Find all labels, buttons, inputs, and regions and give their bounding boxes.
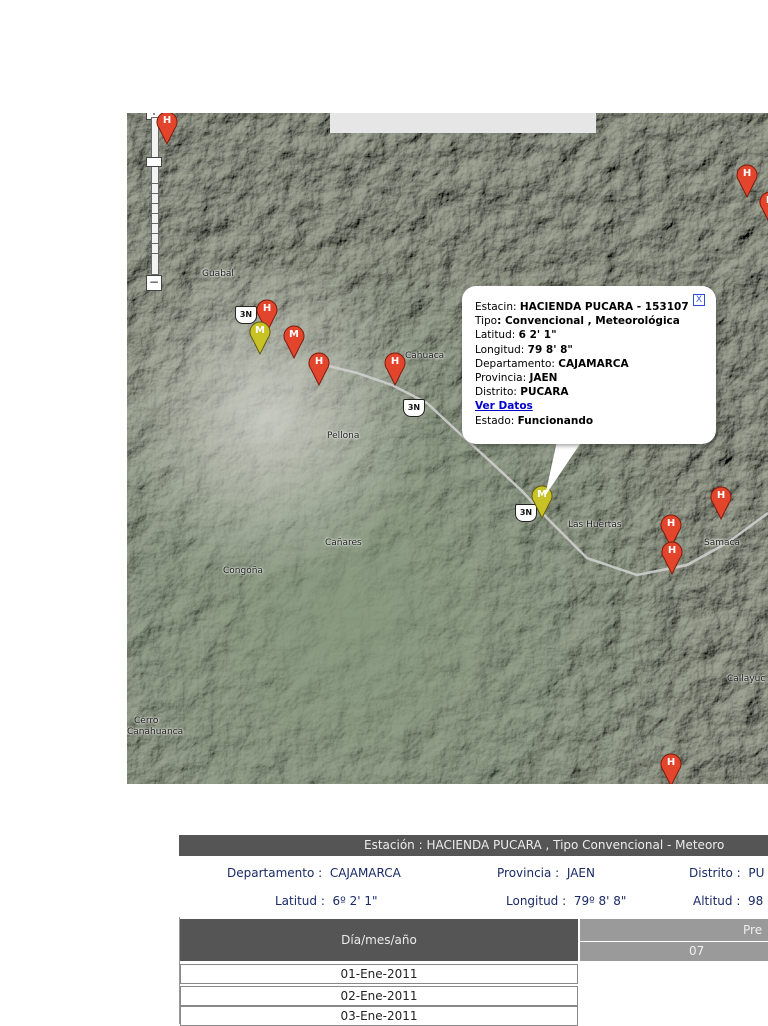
popup-departamento-row: Departamento: CAJAMARCA: [475, 357, 629, 370]
zoom-tick: [149, 183, 159, 184]
station-marker-m[interactable]: M: [249, 321, 271, 355]
station-marker-h[interactable]: H: [660, 753, 682, 784]
zoom-tick: [149, 233, 159, 234]
zoom-tick: [149, 213, 159, 214]
provincia-info: Provincia : JAEN: [497, 866, 595, 880]
station-header-bar: Estación : HACIENDA PUCARA , Tipo Conven…: [179, 835, 768, 856]
zoom-tick: [149, 253, 159, 254]
ver-datos-link[interactable]: Ver Datos: [475, 400, 533, 412]
distrito-info: Distrito : PU: [689, 866, 765, 880]
popup-estado-row: Estado: Funcionando: [475, 414, 594, 427]
station-marker-h[interactable]: H: [736, 164, 758, 198]
popup-tipo-row: Tipo: Convencional , Meteorológica: [475, 315, 680, 328]
latitud-info: Latitud : 6º 2' 1": [275, 894, 378, 908]
place-label: Guabal: [202, 269, 234, 279]
map-view[interactable]: + − Guabal Pellona Cañares Congoña Cerro…: [127, 113, 768, 784]
popup-station-row: Estacin: HACIENDA PUCARA - 153107: [475, 301, 689, 313]
terrain-map: [127, 113, 768, 784]
place-label: Canahuanca: [127, 727, 184, 737]
place-label: Cahuaca: [405, 351, 445, 361]
popup-provincia-row: Provincia: JAEN: [475, 372, 558, 385]
popup-latitud-row: Latitud: 6 2' 1": [475, 329, 557, 342]
place-label: Congoña: [223, 566, 263, 576]
zoom-slider-handle[interactable]: [146, 157, 162, 167]
station-marker-h[interactable]: H: [710, 486, 732, 520]
zoom-tick: [149, 203, 159, 204]
popup-longitud-row: Longitud: 79 8' 8": [475, 343, 573, 356]
zoom-tick: [149, 243, 159, 244]
departamento-info: Departamento : CAJAMARCA: [227, 866, 401, 880]
place-label: Cerro: [134, 716, 159, 726]
table-row: 01-Ene-2011: [180, 964, 578, 984]
date-column-header: Día/mes/año: [180, 919, 578, 961]
place-label: Las Huertas: [568, 520, 622, 530]
close-icon[interactable]: X: [693, 294, 705, 306]
zoom-out-button[interactable]: −: [146, 275, 162, 291]
place-label: Samaca: [704, 538, 740, 548]
map-top-bar: [330, 113, 596, 133]
precip-subheader: 07: [580, 942, 768, 961]
road-shield: 3N: [403, 399, 425, 417]
station-marker-h[interactable]: H: [156, 113, 178, 145]
zoom-tick: [149, 223, 159, 224]
place-label: Callayuc: [727, 674, 766, 684]
place-label: Pellona: [327, 431, 360, 441]
popup-tail: [545, 441, 582, 496]
table-row: 02-Ene-2011: [180, 986, 578, 1006]
popup-distrito-row: Distrito: PUCARA: [475, 386, 569, 399]
precip-column-header: Pre: [580, 919, 768, 941]
station-marker-m[interactable]: M: [283, 325, 305, 359]
table-row: 03-Ene-2011: [180, 1006, 578, 1026]
station-info-popup: X Estacin: HACIENDA PUCARA - 153107 Tipo…: [462, 286, 716, 444]
station-marker-h[interactable]: H: [759, 191, 768, 225]
place-label: Cañares: [325, 538, 362, 548]
longitud-info: Longitud : 79º 8' 8": [506, 894, 627, 908]
zoom-tick: [149, 193, 159, 194]
station-marker-h[interactable]: H: [308, 352, 330, 386]
station-marker-h[interactable]: H: [384, 352, 406, 386]
altitud-info: Altitud : 98: [693, 894, 764, 908]
station-marker-h[interactable]: H: [661, 541, 683, 575]
